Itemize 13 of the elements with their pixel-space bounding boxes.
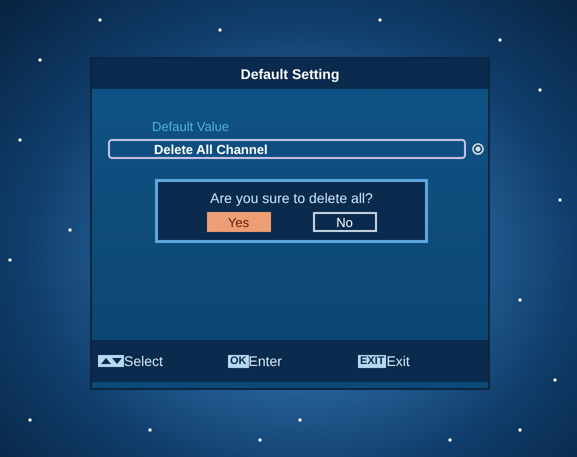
hint-label: Enter xyxy=(248,353,282,369)
dialog-message: Are you sure to delete all? xyxy=(210,190,373,206)
key-badge: EXIT xyxy=(358,354,386,368)
up-down-arrows-icon xyxy=(98,355,124,367)
dialog-button[interactable]: Yes xyxy=(206,212,270,232)
hint-label: Exit xyxy=(386,353,410,369)
window-title: Default Setting xyxy=(92,59,488,89)
dialog-button[interactable]: No xyxy=(312,212,376,232)
radio-icon xyxy=(472,143,484,155)
menu-item[interactable]: Delete All Channel xyxy=(108,139,466,159)
key-badge: OK xyxy=(228,354,248,368)
hint-label: Select xyxy=(124,353,163,369)
section-label: Default Value xyxy=(152,119,230,136)
